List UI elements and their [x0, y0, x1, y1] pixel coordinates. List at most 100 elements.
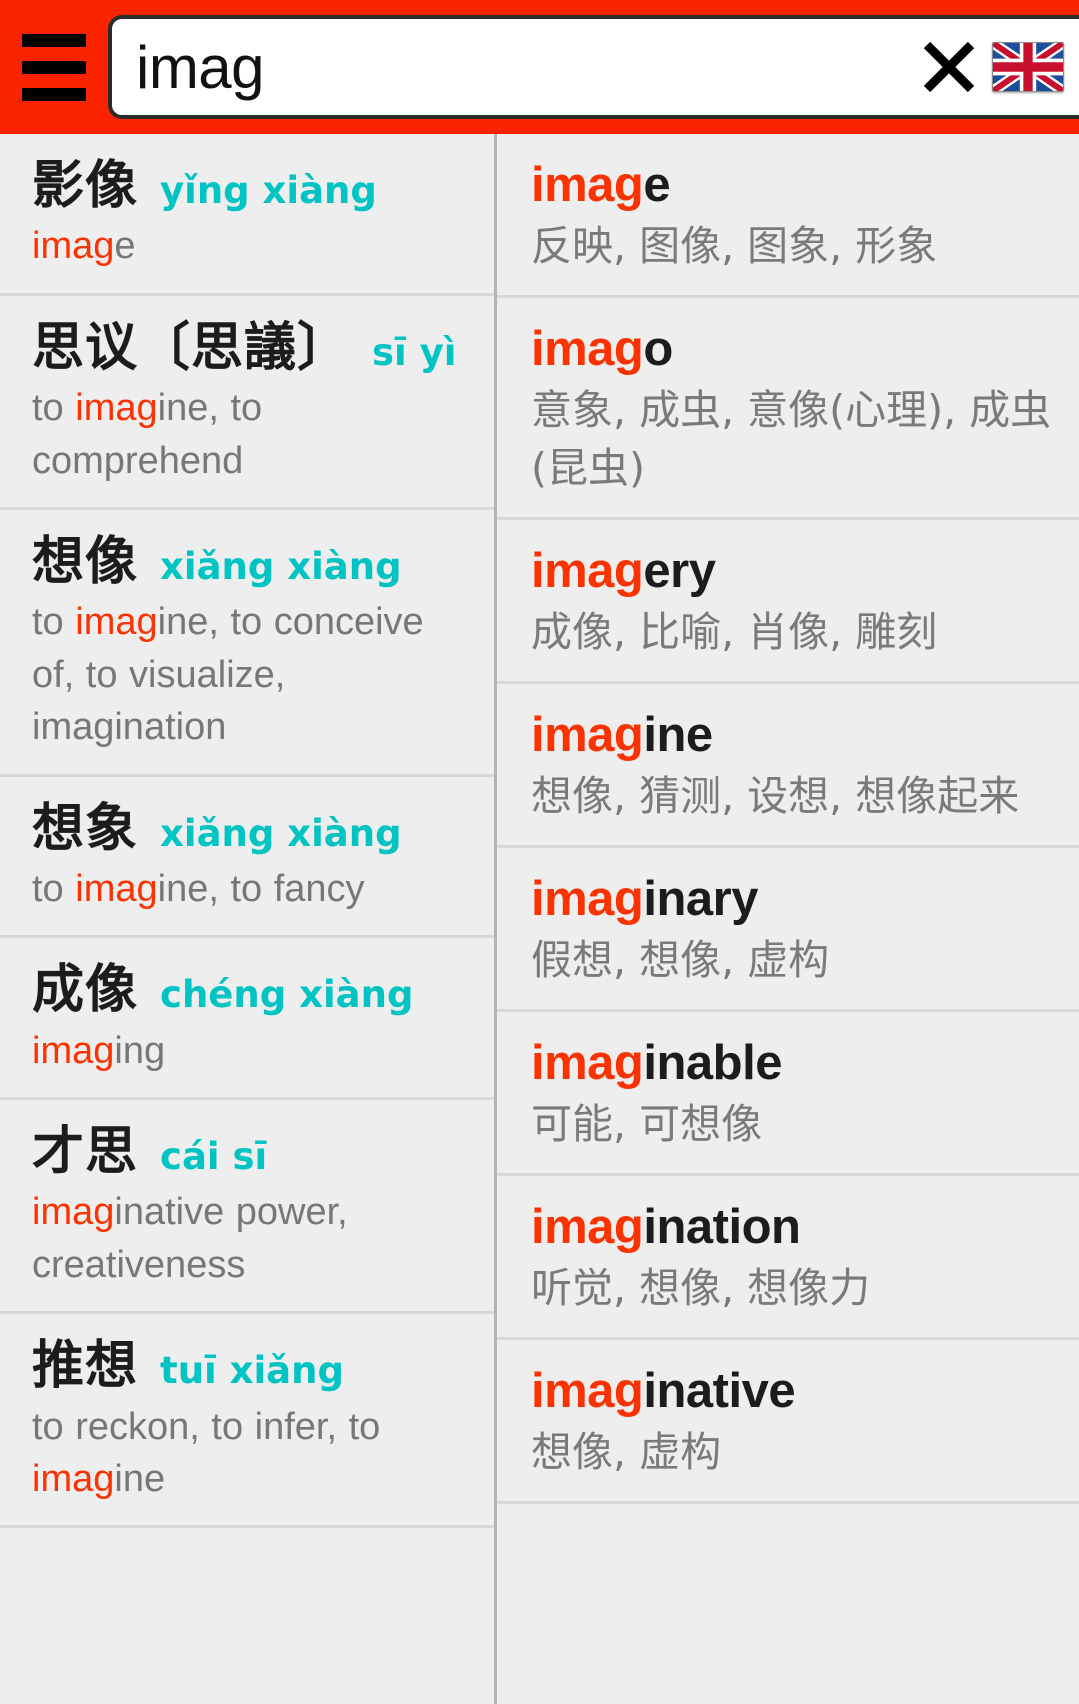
english-headword: image	[531, 156, 1061, 215]
search-input[interactable]	[136, 32, 912, 102]
match-highlight: imag	[75, 867, 158, 910]
headword-remainder: e	[643, 158, 671, 212]
pinyin-reading: cái sī	[160, 1135, 268, 1179]
headword-remainder: o	[643, 322, 673, 377]
english-headword: imagine	[531, 706, 1061, 765]
hanzi-headword: 思议〔思議〕	[32, 317, 351, 378]
chinese-gloss: 想像, 虚构	[531, 1428, 722, 1477]
results-area: 影像 yǐng xiàng image 思议〔思議〕 sī yì to imagine, …	[0, 134, 1079, 1704]
hanzi-headword: 想像	[32, 531, 139, 592]
english-headword: imaginable	[531, 1034, 1061, 1093]
gloss-text: ine, to fancy	[157, 867, 365, 910]
chinese-entry-row[interactable]: 成像 chéng xiàng imaging	[0, 938, 494, 1101]
headword-remainder: inable	[643, 1036, 782, 1091]
match-highlight: imag	[531, 158, 644, 212]
headword-remainder: inative	[643, 1364, 796, 1419]
match-highlight: imag	[32, 1029, 115, 1072]
pinyin-reading: xiǎng xiàng	[160, 811, 402, 855]
english-headword: imagery	[531, 542, 1061, 601]
gloss-text: to	[32, 387, 76, 430]
english-headword: imagination	[531, 1198, 1061, 1257]
english-gloss: imaging	[32, 1025, 476, 1077]
pinyin-reading: sī yì	[372, 330, 457, 374]
pinyin-reading: xiǎng xiàng	[160, 544, 402, 588]
chinese-results-column[interactable]: 影像 yǐng xiàng image 思议〔思議〕 sī yì to imagine, …	[0, 134, 497, 1704]
english-entry-row[interactable]: imagination 听觉, 想像, 想像力	[497, 1176, 1079, 1341]
match-highlight: imag	[531, 1200, 644, 1255]
chinese-gloss: 听觉, 想像, 想像力	[531, 1264, 871, 1313]
close-x-icon[interactable]	[912, 30, 986, 104]
english-gloss: to reckon, to infer, to imagine	[32, 1401, 476, 1506]
english-entry-row[interactable]: imaginable 可能, 可想像	[497, 1012, 1079, 1177]
match-highlight: imag	[531, 322, 644, 377]
gloss-text: ing	[114, 1029, 166, 1072]
hamburger-menu-icon[interactable]	[0, 0, 108, 134]
match-highlight: imag	[531, 872, 644, 927]
english-entry-row[interactable]: imaginary 假想, 想像, 虚构	[497, 848, 1079, 1013]
english-gloss: image	[32, 220, 476, 272]
english-gloss: to imagine, to fancy	[32, 863, 476, 915]
chinese-gloss: 可能, 可想像	[531, 1100, 763, 1149]
hamburger-bar	[22, 87, 86, 101]
hanzi-headword: 才思	[32, 1122, 139, 1183]
headword-line: 成像 chéng xiàng	[32, 960, 476, 1020]
pinyin-reading: tuī xiǎng	[160, 1349, 344, 1393]
chinese-entry-row[interactable]: 影像 yǐng xiàng image	[0, 134, 494, 296]
hanzi-headword: 影像	[32, 156, 139, 216]
hanzi-headword: 成像	[32, 960, 139, 1021]
english-gloss: to imagine, to comprehend	[32, 382, 476, 487]
match-highlight: imag	[32, 225, 115, 268]
chinese-gloss: 想像, 猜测, 设想, 想像起来	[531, 772, 1020, 821]
gloss-text: to reckon, to infer, to	[32, 1405, 381, 1448]
chinese-entry-row[interactable]: 想像 xiǎng xiàng to imagine, to conceive of,…	[0, 509, 494, 777]
headword-remainder: ine	[643, 708, 713, 763]
english-entry-row[interactable]: imaginative 想像, 虚构	[497, 1340, 1079, 1505]
headword-remainder: ery	[643, 544, 716, 599]
pinyin-reading: yǐng xiàng	[160, 169, 377, 212]
chinese-entry-row[interactable]: 才思 cái sī imaginative power, creativeness	[0, 1100, 494, 1315]
chinese-gloss: 意象, 成虫, 意像(心理), 成虫(昆虫)	[531, 385, 1052, 493]
match-highlight: imag	[32, 1458, 115, 1500]
hamburger-bar	[22, 60, 86, 74]
hamburger-bar	[22, 33, 86, 47]
search-bar[interactable]	[108, 15, 1079, 119]
english-gloss: imaginative power, creativeness	[32, 1186, 476, 1291]
headword-line: 思议〔思議〕 sī yì	[32, 318, 476, 378]
app-header	[0, 0, 1079, 134]
match-highlight: imag	[75, 601, 158, 644]
match-highlight: imag	[531, 708, 644, 763]
hanzi-headword: 推想	[32, 1336, 139, 1397]
chinese-entry-row[interactable]: 推想 tuī xiǎng to reckon, to infer, to imagi…	[0, 1314, 494, 1529]
headword-line: 影像 yǐng xiàng	[32, 156, 476, 216]
match-highlight: imag	[531, 544, 644, 599]
english-results-column[interactable]: image 反映, 图像, 图象, 形象 imago 意象, 成虫, 意像(心理), …	[497, 134, 1079, 1704]
pinyin-reading: chéng xiàng	[160, 973, 414, 1017]
headword-line: 推想 tuī xiǎng	[32, 1336, 476, 1396]
english-entry-row[interactable]: imagine 想像, 猜测, 设想, 想像起来	[497, 684, 1079, 849]
english-headword: imaginative	[531, 1362, 1061, 1421]
match-highlight: imag	[32, 1191, 115, 1234]
chinese-entry-row[interactable]: 想象 xiǎng xiàng to imagine, to fancy	[0, 776, 494, 939]
english-entry-row[interactable]: imagery 成像, 比喻, 肖像, 雕刻	[497, 520, 1079, 685]
hanzi-headword: 想象	[32, 798, 139, 859]
headword-remainder: inary	[643, 872, 758, 927]
headword-remainder: ination	[643, 1200, 801, 1255]
chinese-gloss: 成像, 比喻, 肖像, 雕刻	[531, 608, 938, 657]
headword-line: 想象 xiǎng xiàng	[32, 799, 476, 859]
uk-flag-icon[interactable]	[992, 42, 1064, 92]
english-headword: imaginary	[531, 870, 1061, 929]
gloss-text: e	[114, 225, 136, 268]
chinese-entry-row[interactable]: 思议〔思議〕 sī yì to imagine, to comprehend	[0, 295, 494, 510]
gloss-text: ine	[114, 1458, 166, 1500]
english-entry-row[interactable]: image 反映, 图像, 图象, 形象	[497, 134, 1079, 299]
headword-line: 才思 cái sī	[32, 1122, 476, 1182]
match-highlight: imag	[531, 1364, 644, 1419]
headword-line: 想像 xiǎng xiàng	[32, 532, 476, 592]
english-entry-row[interactable]: imago 意象, 成虫, 意像(心理), 成虫(昆虫)	[497, 298, 1079, 521]
match-highlight: imag	[531, 1036, 644, 1091]
english-headword: imago	[531, 320, 1061, 379]
chinese-gloss: 假想, 想像, 虚构	[531, 936, 830, 985]
gloss-text: to	[32, 601, 76, 644]
match-highlight: imag	[75, 387, 158, 430]
gloss-text: to	[32, 867, 76, 910]
